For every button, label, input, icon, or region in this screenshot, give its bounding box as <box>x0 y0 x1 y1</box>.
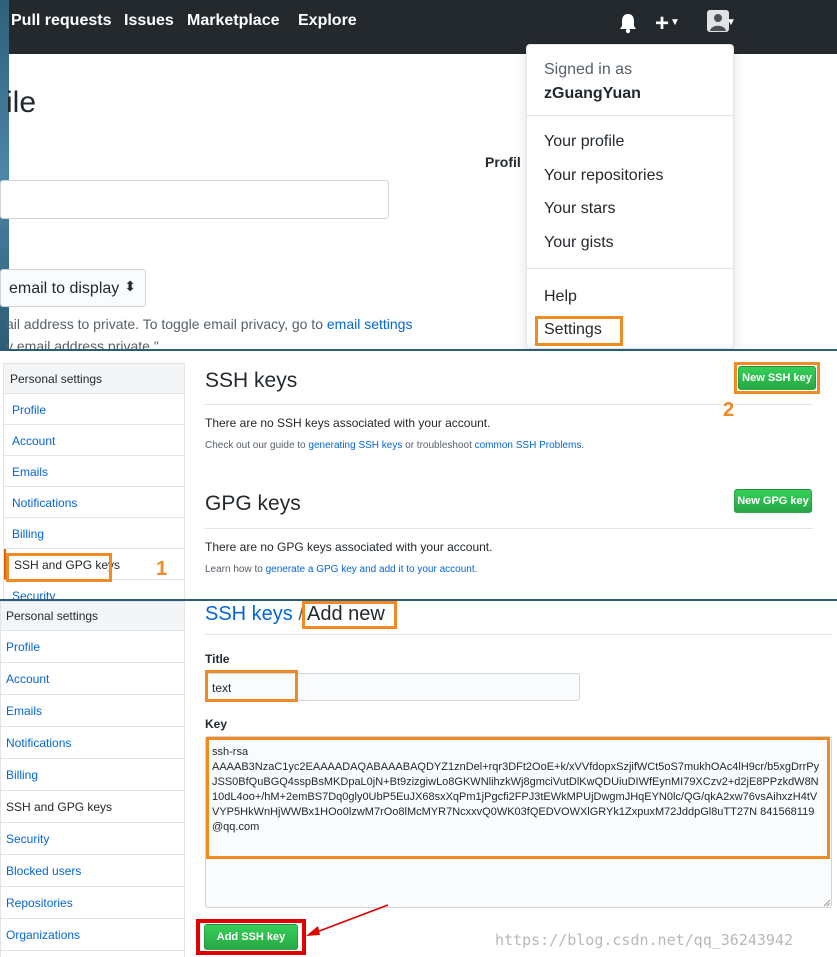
gpg-guide-prefix: Learn how to <box>205 564 266 575</box>
email-settings-link[interactable]: email settings <box>327 316 413 332</box>
chevron-down-icon[interactable]: ▼ <box>726 17 736 28</box>
divider <box>205 634 832 635</box>
no-gpg-keys-text: There are no GPG keys associated with yo… <box>205 540 493 554</box>
generate-gpg-key-link[interactable]: generate a GPG key and add it to your ac… <box>266 564 475 575</box>
add-ssh-key-panel: Personal settings Profile Account Emails… <box>0 599 837 957</box>
sidebar-item-ssh-gpg-keys[interactable]: SSH and GPG keys <box>1 791 184 823</box>
step-number-1: 1 <box>156 558 168 580</box>
profile-picture-label: Profil <box>485 154 521 170</box>
breadcrumb-current: Add new <box>307 603 385 625</box>
step-number-2: 2 <box>723 399 735 421</box>
nav-issues[interactable]: Issues <box>124 12 174 30</box>
sidebar-item-security[interactable]: Security <box>4 580 184 599</box>
plus-icon[interactable]: + <box>655 10 669 38</box>
profile-panel: Pull requests Issues Marketplace Explore… <box>0 0 837 349</box>
no-ssh-keys-text: There are no SSH keys associated with yo… <box>205 416 491 430</box>
menu-settings[interactable]: Settings <box>544 321 602 339</box>
select-arrows-icon: ⬍ <box>124 278 136 294</box>
key-label: Key <box>205 717 228 731</box>
sidebar-item-profile[interactable]: Profile <box>4 394 184 425</box>
menu-your-gists[interactable]: Your gists <box>544 234 614 252</box>
menu-divider <box>527 115 733 116</box>
gpg-keys-heading: GPG keys <box>205 492 301 515</box>
title-label: Title <box>205 652 230 666</box>
bell-icon[interactable] <box>618 12 638 34</box>
menu-your-repositories[interactable]: Your repositories <box>544 167 663 185</box>
signed-in-label: Signed in as <box>544 61 633 78</box>
user-dropdown-menu: Signed in as zGuangYuan Your profile You… <box>526 44 734 349</box>
ssh-gpg-settings-panel: Personal settings Profile Account Emails… <box>0 349 837 599</box>
settings-sidebar: Personal settings Profile Account Emails… <box>0 601 185 957</box>
generating-ssh-keys-link[interactable]: generating SSH keys <box>308 440 402 451</box>
nav-explore[interactable]: Explore <box>298 12 357 30</box>
sidebar-item-repositories[interactable]: Repositories <box>1 887 184 919</box>
ssh-guide-middle: or troubleshoot <box>402 440 475 451</box>
name-input[interactable] <box>0 180 389 219</box>
menu-divider <box>527 268 733 269</box>
sidebar-item-organizations[interactable]: Organizations <box>1 919 184 951</box>
sidebar-item-notifications[interactable]: Notifications <box>4 487 184 518</box>
new-gpg-key-button[interactable]: New GPG key <box>734 489 812 513</box>
signed-in-username: zGuangYuan <box>544 85 641 102</box>
public-email-select[interactable]: email to display ⬍ <box>0 269 146 307</box>
page-title: ile <box>6 86 37 119</box>
title-input-value: text <box>212 681 232 695</box>
divider <box>205 528 813 529</box>
common-ssh-problems-link[interactable]: common SSH Problems <box>475 440 582 451</box>
watermark: https://blog.csdn.net/qq_36243942 <box>495 931 794 949</box>
ssh-keys-heading: SSH keys <box>205 369 298 392</box>
key-textarea-value: ssh-rsa AAAAB3NzaC1yc2EAAAADAQABAAABAQDY… <box>212 746 820 833</box>
menu-help[interactable]: Help <box>544 288 577 306</box>
sidebar-item-security[interactable]: Security <box>1 823 184 855</box>
sidebar-item-billing[interactable]: Billing <box>1 759 184 791</box>
email-help-prefix: ail address to private. To toggle email … <box>6 316 327 332</box>
sidebar-item-account[interactable]: Account <box>4 425 184 456</box>
sidebar-item-emails[interactable]: Emails <box>4 456 184 487</box>
divider <box>205 404 813 405</box>
menu-your-stars[interactable]: Your stars <box>544 200 615 218</box>
select-value: email to display <box>9 280 120 297</box>
sidebar-item-billing[interactable]: Billing <box>4 518 184 549</box>
ssh-guide-prefix: Check out our guide to <box>205 440 309 451</box>
breadcrumb: SSH keys / <box>205 603 304 626</box>
arrow-icon <box>306 904 389 936</box>
sidebar-item-notifications[interactable]: Notifications <box>1 727 184 759</box>
sidebar-item-blocked-users[interactable]: Blocked users <box>1 855 184 887</box>
nav-marketplace[interactable]: Marketplace <box>187 12 280 30</box>
menu-your-profile[interactable]: Your profile <box>544 133 624 151</box>
sidebar-header: Personal settings <box>4 364 184 394</box>
chevron-down-icon[interactable]: ▼ <box>670 17 680 28</box>
email-help-text: ail address to private. To toggle email … <box>6 316 412 332</box>
ssh-guide-text: Check out our guide to generating SSH ke… <box>205 440 584 451</box>
breadcrumb-ssh-keys-link[interactable]: SSH keys <box>205 603 293 625</box>
gpg-guide-suffix: . <box>474 564 478 575</box>
ssh-keys-highlight-box <box>6 553 112 582</box>
add-ssh-key-button[interactable]: Add SSH key <box>204 924 298 950</box>
resize-handle-icon[interactable] <box>821 897 831 907</box>
email-help-text-2: y email address private." <box>6 338 159 349</box>
gpg-guide-text: Learn how to generate a GPG key and add … <box>205 564 477 575</box>
new-ssh-key-button[interactable]: New SSH key <box>738 366 816 390</box>
sidebar-item-emails[interactable]: Emails <box>1 695 184 727</box>
ssh-guide-suffix: . <box>581 440 585 451</box>
nav-pull-requests[interactable]: Pull requests <box>11 12 111 30</box>
sidebar-item-account[interactable]: Account <box>1 663 184 695</box>
sidebar-item-profile[interactable]: Profile <box>1 631 184 663</box>
sidebar-header: Personal settings <box>1 602 184 631</box>
